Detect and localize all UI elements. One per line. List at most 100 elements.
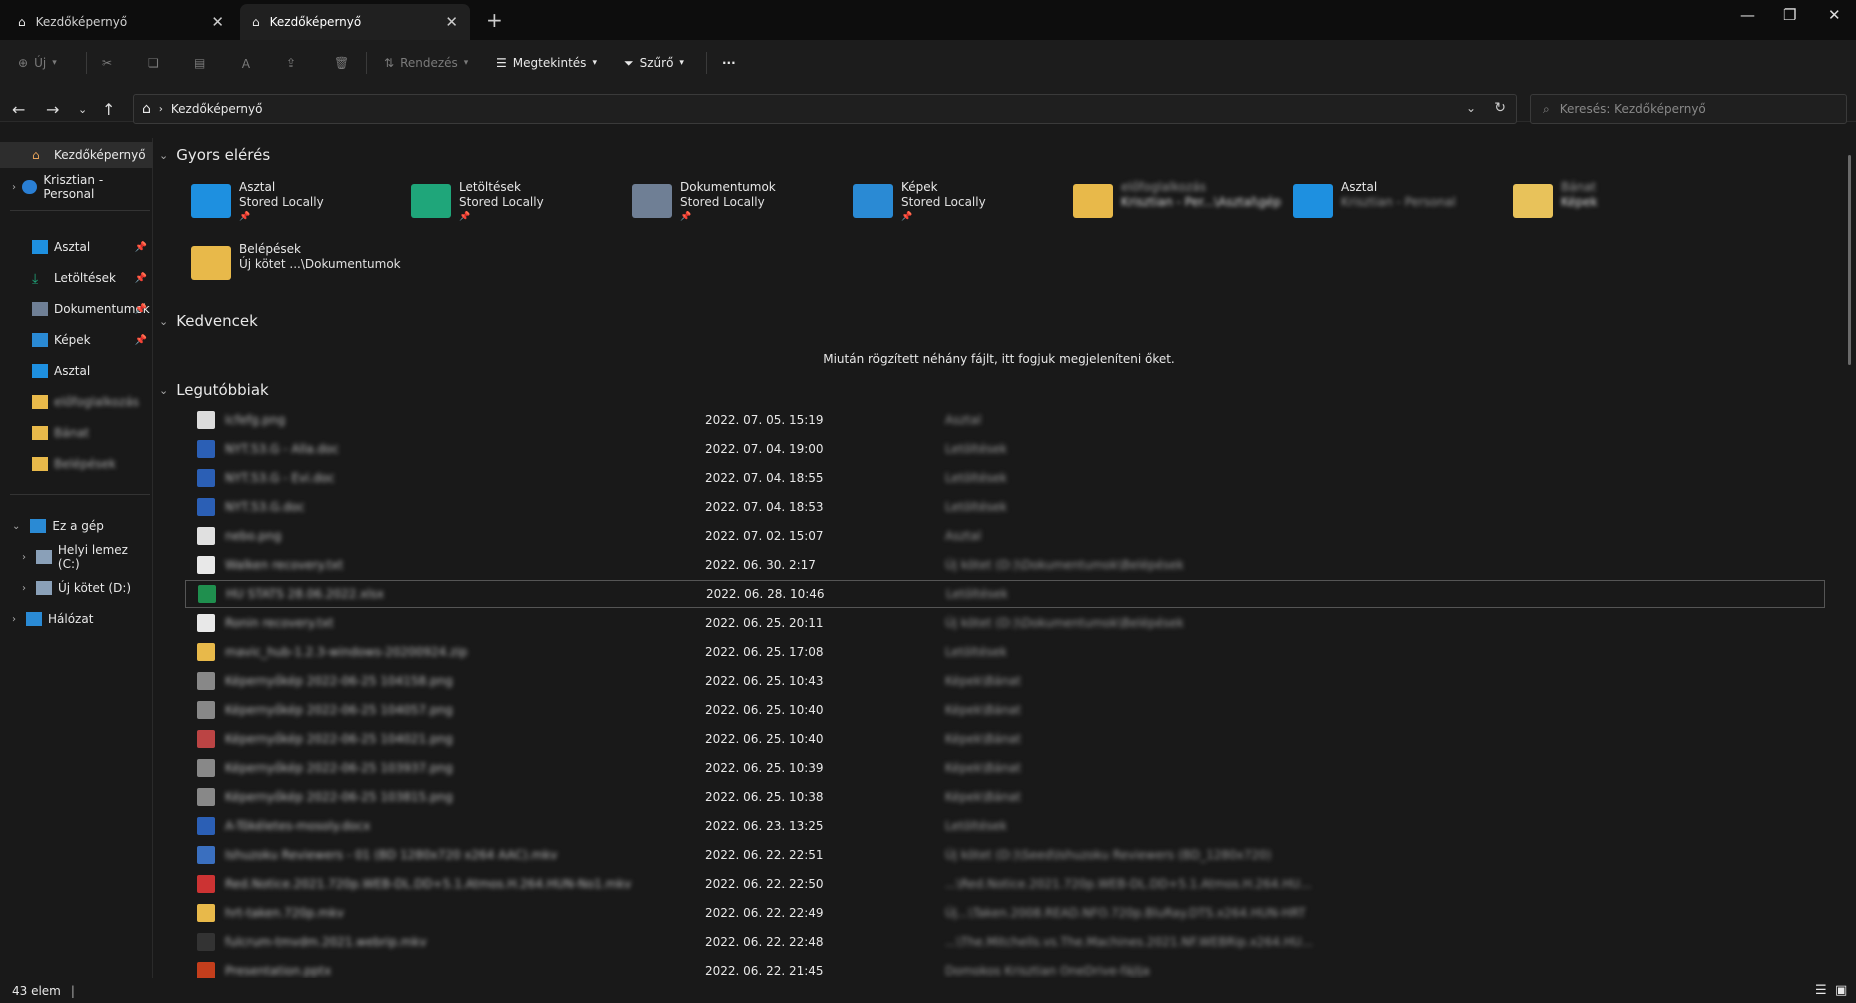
address-bar[interactable]: ⌂ › Kezdőképernyő ⌄ ↻: [133, 94, 1517, 124]
sidebar-item-drive-c[interactable]: › Helyi lemez (C:): [0, 543, 153, 571]
table-row[interactable]: HU STATS 28.06.2022.xlsx 2022. 06. 28. 10…: [185, 580, 1825, 608]
table-row[interactable]: Icfefg.png 2022. 07. 05. 15:19 Asztal: [185, 406, 1825, 434]
table-row[interactable]: Walken recovery.txt 2022. 06. 30. 2:17 Új …: [185, 551, 1825, 579]
table-row[interactable]: Képernyőkép 2022-06-25 103815.png 2022. 0…: [185, 783, 1825, 811]
pin-icon: 📌: [680, 212, 692, 222]
restore-icon[interactable]: ❐: [1783, 6, 1796, 24]
sidebar-item-drive-d[interactable]: › Új kötet (D:): [0, 575, 153, 601]
sidebar-item-pictures[interactable]: Képek 📌: [0, 327, 153, 353]
table-row[interactable]: Képernyőkép 2022-06-25 104158.png 2022. 0…: [185, 667, 1825, 695]
breadcrumb-separator-icon: ›: [158, 103, 163, 115]
sidebar-item-desktop-onedrive[interactable]: Asztal: [0, 358, 153, 384]
file-date: 2022. 06. 25. 10:38: [705, 790, 824, 804]
tiles-view-icon[interactable]: ▣: [1835, 983, 1847, 998]
sidebar-item-onedrive[interactable]: › Krisztian - Personal: [0, 173, 153, 201]
new-tab-button[interactable]: +: [486, 8, 503, 32]
filter-button[interactable]: ⏷ Szűrő ▾: [624, 52, 684, 74]
table-row[interactable]: NYT.53.G - Alla.doc 2022. 07. 04. 19:00 Le…: [185, 435, 1825, 463]
rename-icon[interactable]: Ａ: [240, 52, 252, 74]
item-name: Letöltések: [459, 180, 521, 194]
chevron-down-icon: ⌄: [159, 314, 169, 328]
table-row[interactable]: nebo.png 2022. 07. 02. 15:07 Asztal: [185, 522, 1825, 550]
forward-arrow-icon[interactable]: →: [46, 100, 59, 119]
sidebar-label: Helyi lemez (C:): [57, 543, 128, 571]
home-icon: ⌂: [32, 148, 40, 162]
quick-access-item[interactable]: Asztal Krisztian - Personal: [1293, 178, 1503, 232]
close-icon[interactable]: ✕: [445, 13, 458, 31]
quick-access-item[interactable]: Képek Stored Locally 📌: [853, 178, 1063, 232]
sidebar-label: Letöltések: [54, 271, 116, 285]
status-bar: 43 elem | ☰ ▣: [0, 978, 1856, 1003]
copy-icon[interactable]: ❏: [148, 52, 159, 74]
breadcrumb-home[interactable]: Kezdőképernyő: [171, 102, 263, 116]
desktop-icon: [32, 364, 48, 378]
table-row[interactable]: Képernyőkép 2022-06-25 104057.png 2022. 0…: [185, 696, 1825, 724]
section-favorites[interactable]: ⌄ Kedvencek: [159, 312, 258, 330]
minimize-icon[interactable]: —: [1740, 6, 1755, 24]
file-icon: [197, 614, 215, 632]
table-row[interactable]: hrt-taken.720p.mkv 2022. 06. 22. 22:49 Új.…: [185, 899, 1825, 927]
table-row[interactable]: Red.Notice.2021.720p.WEB-DL.DD+5.1.Atmos…: [185, 870, 1825, 898]
divider: [86, 52, 87, 74]
sidebar-item-desktop[interactable]: Asztal 📌: [0, 234, 153, 260]
table-row[interactable]: Ishuzoku Reviewers - 01 (BD 1280x720 x26…: [185, 841, 1825, 869]
sort-button[interactable]: ⇅ Rendezés ▾: [384, 52, 468, 74]
quick-access-item[interactable]: előfoglalkozás Krisztian - Per...\Asztal\…: [1073, 178, 1283, 232]
file-date: 2022. 07. 05. 15:19: [705, 413, 824, 427]
close-icon[interactable]: ✕: [211, 13, 224, 31]
view-button[interactable]: ☰ Megtekintés ▾: [496, 52, 597, 74]
table-row[interactable]: A-Tökéletes-mosoly.docx 2022. 06. 23. 13:…: [185, 812, 1825, 840]
delete-icon[interactable]: 🗑: [334, 52, 349, 74]
paste-icon[interactable]: ▤: [194, 52, 205, 74]
sidebar-item-downloads[interactable]: ⤓ Letöltések 📌: [0, 265, 153, 291]
table-row[interactable]: mavic_hub-1.2.3-windows-20200924.zip 2022…: [185, 638, 1825, 666]
pin-icon: 📌: [901, 212, 913, 222]
details-view-icon[interactable]: ☰: [1815, 983, 1827, 998]
file-date: 2022. 06. 25. 10:39: [705, 761, 824, 775]
more-button[interactable]: ···: [722, 52, 736, 74]
recent-locations-chevron-icon[interactable]: ⌄: [78, 103, 87, 116]
table-row[interactable]: Képernyőkép 2022-06-25 103937.png 2022. 0…: [185, 754, 1825, 782]
sidebar-item-documents[interactable]: Dokumentumok 📌: [0, 296, 153, 322]
refresh-icon[interactable]: ↻: [1494, 100, 1506, 116]
search-box[interactable]: ⌕ Keresés: Kezdőképernyő: [1530, 94, 1847, 124]
scrollbar[interactable]: [1848, 155, 1851, 365]
new-button[interactable]: ⊕ Új ▾: [18, 52, 57, 74]
file-date: 2022. 06. 25. 10:40: [705, 732, 824, 746]
item-sub: Stored Locally: [680, 195, 765, 209]
quick-access-item[interactable]: Dokumentumok Stored Locally 📌: [632, 178, 842, 232]
tab-label: Kezdőképernyő: [35, 15, 128, 29]
sidebar-item-home[interactable]: ⌂ Kezdőképernyő: [0, 142, 153, 168]
cut-icon[interactable]: ✂: [102, 52, 112, 74]
section-quick-access[interactable]: ⌄ Gyors elérés: [159, 146, 270, 164]
section-title: Kedvencek: [176, 312, 258, 330]
table-row[interactable]: fulcrum-tmvdm.2021.webrip.mkv 2022. 06. 2…: [185, 928, 1825, 956]
section-recent[interactable]: ⌄ Legutóbbiak: [159, 381, 269, 399]
folder-icon: [32, 395, 48, 409]
sidebar-item-network[interactable]: › Hálózat: [0, 606, 153, 632]
quick-access-item[interactable]: Asztal Stored Locally 📌: [191, 178, 401, 232]
quick-access-item[interactable]: Letöltések Stored Locally 📌: [411, 178, 621, 232]
sidebar-item-folder[interactable]: Belépések: [0, 451, 153, 477]
item-name: Dokumentumok: [680, 180, 776, 194]
up-arrow-icon[interactable]: ↑: [102, 100, 115, 119]
share-icon[interactable]: ⇪: [286, 52, 296, 74]
chevron-down-icon[interactable]: ⌄: [1466, 101, 1476, 115]
file-location: Új kötet (D:)\Dokumentumok\Belépések: [945, 616, 1184, 630]
item-name: Belépések: [239, 242, 301, 256]
sidebar-item-folder[interactable]: Bánat: [0, 420, 153, 446]
file-name: Képernyőkép 2022-06-25 103815.png: [225, 790, 453, 804]
table-row[interactable]: Képernyőkép 2022-06-25 104021.png 2022. 0…: [185, 725, 1825, 753]
back-arrow-icon[interactable]: ←: [12, 100, 25, 119]
tab-home-1[interactable]: ⌂ Kezdőképernyő ✕: [6, 4, 236, 40]
quick-access-item[interactable]: Belépések Új kötet ...\Dokumentumok: [191, 240, 401, 294]
table-row[interactable]: Ronin recovery.txt 2022. 06. 25. 20:11 Új …: [185, 609, 1825, 637]
table-row[interactable]: NYT.53.G - Evi.doc 2022. 07. 04. 18:55 Let…: [185, 464, 1825, 492]
file-location: Letöltések: [945, 471, 1007, 485]
tab-home-2[interactable]: ⌂ Kezdőképernyő ✕: [240, 4, 470, 40]
quick-access-item[interactable]: Bánat Képek: [1513, 178, 1723, 232]
sidebar-item-this-pc[interactable]: ⌄ Ez a gép: [0, 513, 153, 539]
sidebar-item-folder[interactable]: előfoglalkozás: [0, 389, 153, 415]
table-row[interactable]: NYT.53.G.doc 2022. 07. 04. 18:53 Letöltése…: [185, 493, 1825, 521]
close-window-icon[interactable]: ✕: [1828, 6, 1841, 24]
